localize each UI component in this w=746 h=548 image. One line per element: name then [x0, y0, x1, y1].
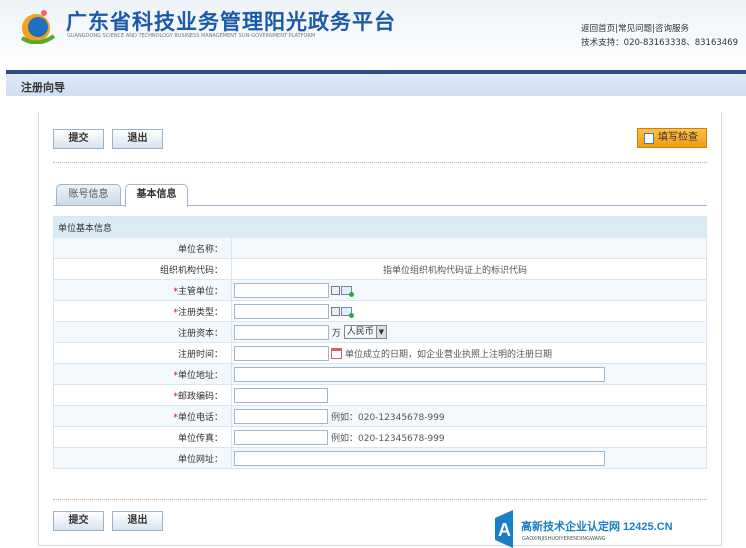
select-list-icon[interactable]: [341, 285, 354, 297]
label-name: 单位名称：: [53, 237, 232, 259]
svg-text:A: A: [498, 520, 511, 540]
label-website: 单位网址：: [53, 447, 232, 469]
reg-date-input[interactable]: [234, 345, 329, 361]
tab-account-info[interactable]: 账号信息: [56, 184, 121, 206]
link-consult[interactable]: 咨询服务: [655, 24, 689, 34]
exit-button-bottom[interactable]: 退出: [112, 511, 163, 531]
postcode-input[interactable]: [234, 387, 328, 403]
tab-basic-info[interactable]: 基本信息: [125, 184, 188, 207]
label-postcode: 邮政编码：: [177, 391, 223, 402]
site-logo-icon: [20, 10, 56, 44]
reg-type-input[interactable]: [234, 303, 329, 319]
section-title: 单位基本信息: [53, 216, 707, 238]
label-supervisor: 主管单位：: [177, 286, 223, 297]
link-home[interactable]: 返回首页: [581, 24, 615, 34]
currency-select[interactable]: 人民币 ▼: [343, 325, 387, 339]
org-code-hint: 指单位组织机构代码证上的标识代码: [383, 265, 528, 276]
capital-input[interactable]: [234, 324, 329, 340]
site-header: 广东省科技业务管理阳光政务平台 GUANGDONG SCIENCE AND TE…: [0, 0, 746, 70]
reg-date-hint: 单位成立的日期，如企业营业执照上注明的注册日期: [345, 349, 553, 360]
label-reg-date: 注册时间：: [53, 342, 232, 364]
currency-value: 人民币: [346, 327, 374, 337]
supervisor-input[interactable]: [234, 282, 329, 298]
registration-panel: 提交 退出 填写检查 账号信息 基本信息 单位基本信息 单位名称： 组织机构代码…: [38, 112, 722, 546]
watermark-pinyin: GAOXINJISHUQIYERENDINGWANG: [522, 536, 606, 542]
clear-icon[interactable]: [331, 285, 340, 295]
basic-info-form: 单位基本信息 单位名称： 组织机构代码： 指单位组织机构代码证上的标识代码 *主管…: [53, 216, 707, 469]
link-faq[interactable]: 常见问题: [618, 24, 652, 34]
divider: [53, 499, 707, 500]
site-title: 广东省科技业务管理阳光政务平台: [66, 10, 396, 34]
check-label: 填写检查: [658, 132, 698, 143]
label-address: 单位地址：: [177, 370, 223, 381]
label-reg-type: 注册类型：: [177, 307, 223, 318]
fax-input[interactable]: [234, 429, 328, 445]
label-fax: 单位传真：: [53, 426, 232, 448]
check-doc-icon: [644, 133, 654, 144]
calendar-icon[interactable]: [331, 347, 342, 359]
exit-button-top[interactable]: 退出: [112, 129, 163, 149]
label-org-code: 组织机构代码：: [53, 258, 232, 280]
clear-icon[interactable]: [331, 306, 340, 316]
capital-unit: 万: [331, 328, 341, 339]
support-phone: 技术支持：020-83163338、83163469: [581, 38, 738, 48]
label-capital: 注册资本：: [53, 321, 232, 343]
header-links: 返回首页|常见问题|咨询服务 技术支持：020-83163338、8316346…: [581, 24, 738, 48]
phone-hint: 例如：020-12345678-999: [331, 412, 445, 423]
label-phone: 单位电话：: [177, 412, 223, 423]
divider: [53, 162, 707, 163]
chevron-down-icon: ▼: [375, 326, 386, 338]
watermark-logo: A 高新技术企业认定网 12425.CN GAOXINJISHUQIYEREND…: [495, 510, 735, 548]
address-input[interactable]: [234, 366, 605, 382]
site-subtitle: GUANGDONG SCIENCE AND TECHNOLOGY BUSINES…: [67, 33, 316, 39]
watermark-a-icon: A: [495, 510, 513, 548]
breadcrumb: 注册向导: [6, 74, 746, 96]
website-input[interactable]: [234, 450, 605, 466]
submit-button-bottom[interactable]: 提交: [53, 511, 104, 531]
watermark-text: 高新技术企业认定网 12425.CN: [521, 521, 673, 533]
phone-input[interactable]: [234, 408, 328, 424]
check-button[interactable]: 填写检查: [637, 128, 707, 148]
select-list-icon[interactable]: [341, 306, 354, 318]
submit-button-top[interactable]: 提交: [53, 129, 104, 149]
fax-hint: 例如：020-12345678-999: [331, 433, 445, 444]
